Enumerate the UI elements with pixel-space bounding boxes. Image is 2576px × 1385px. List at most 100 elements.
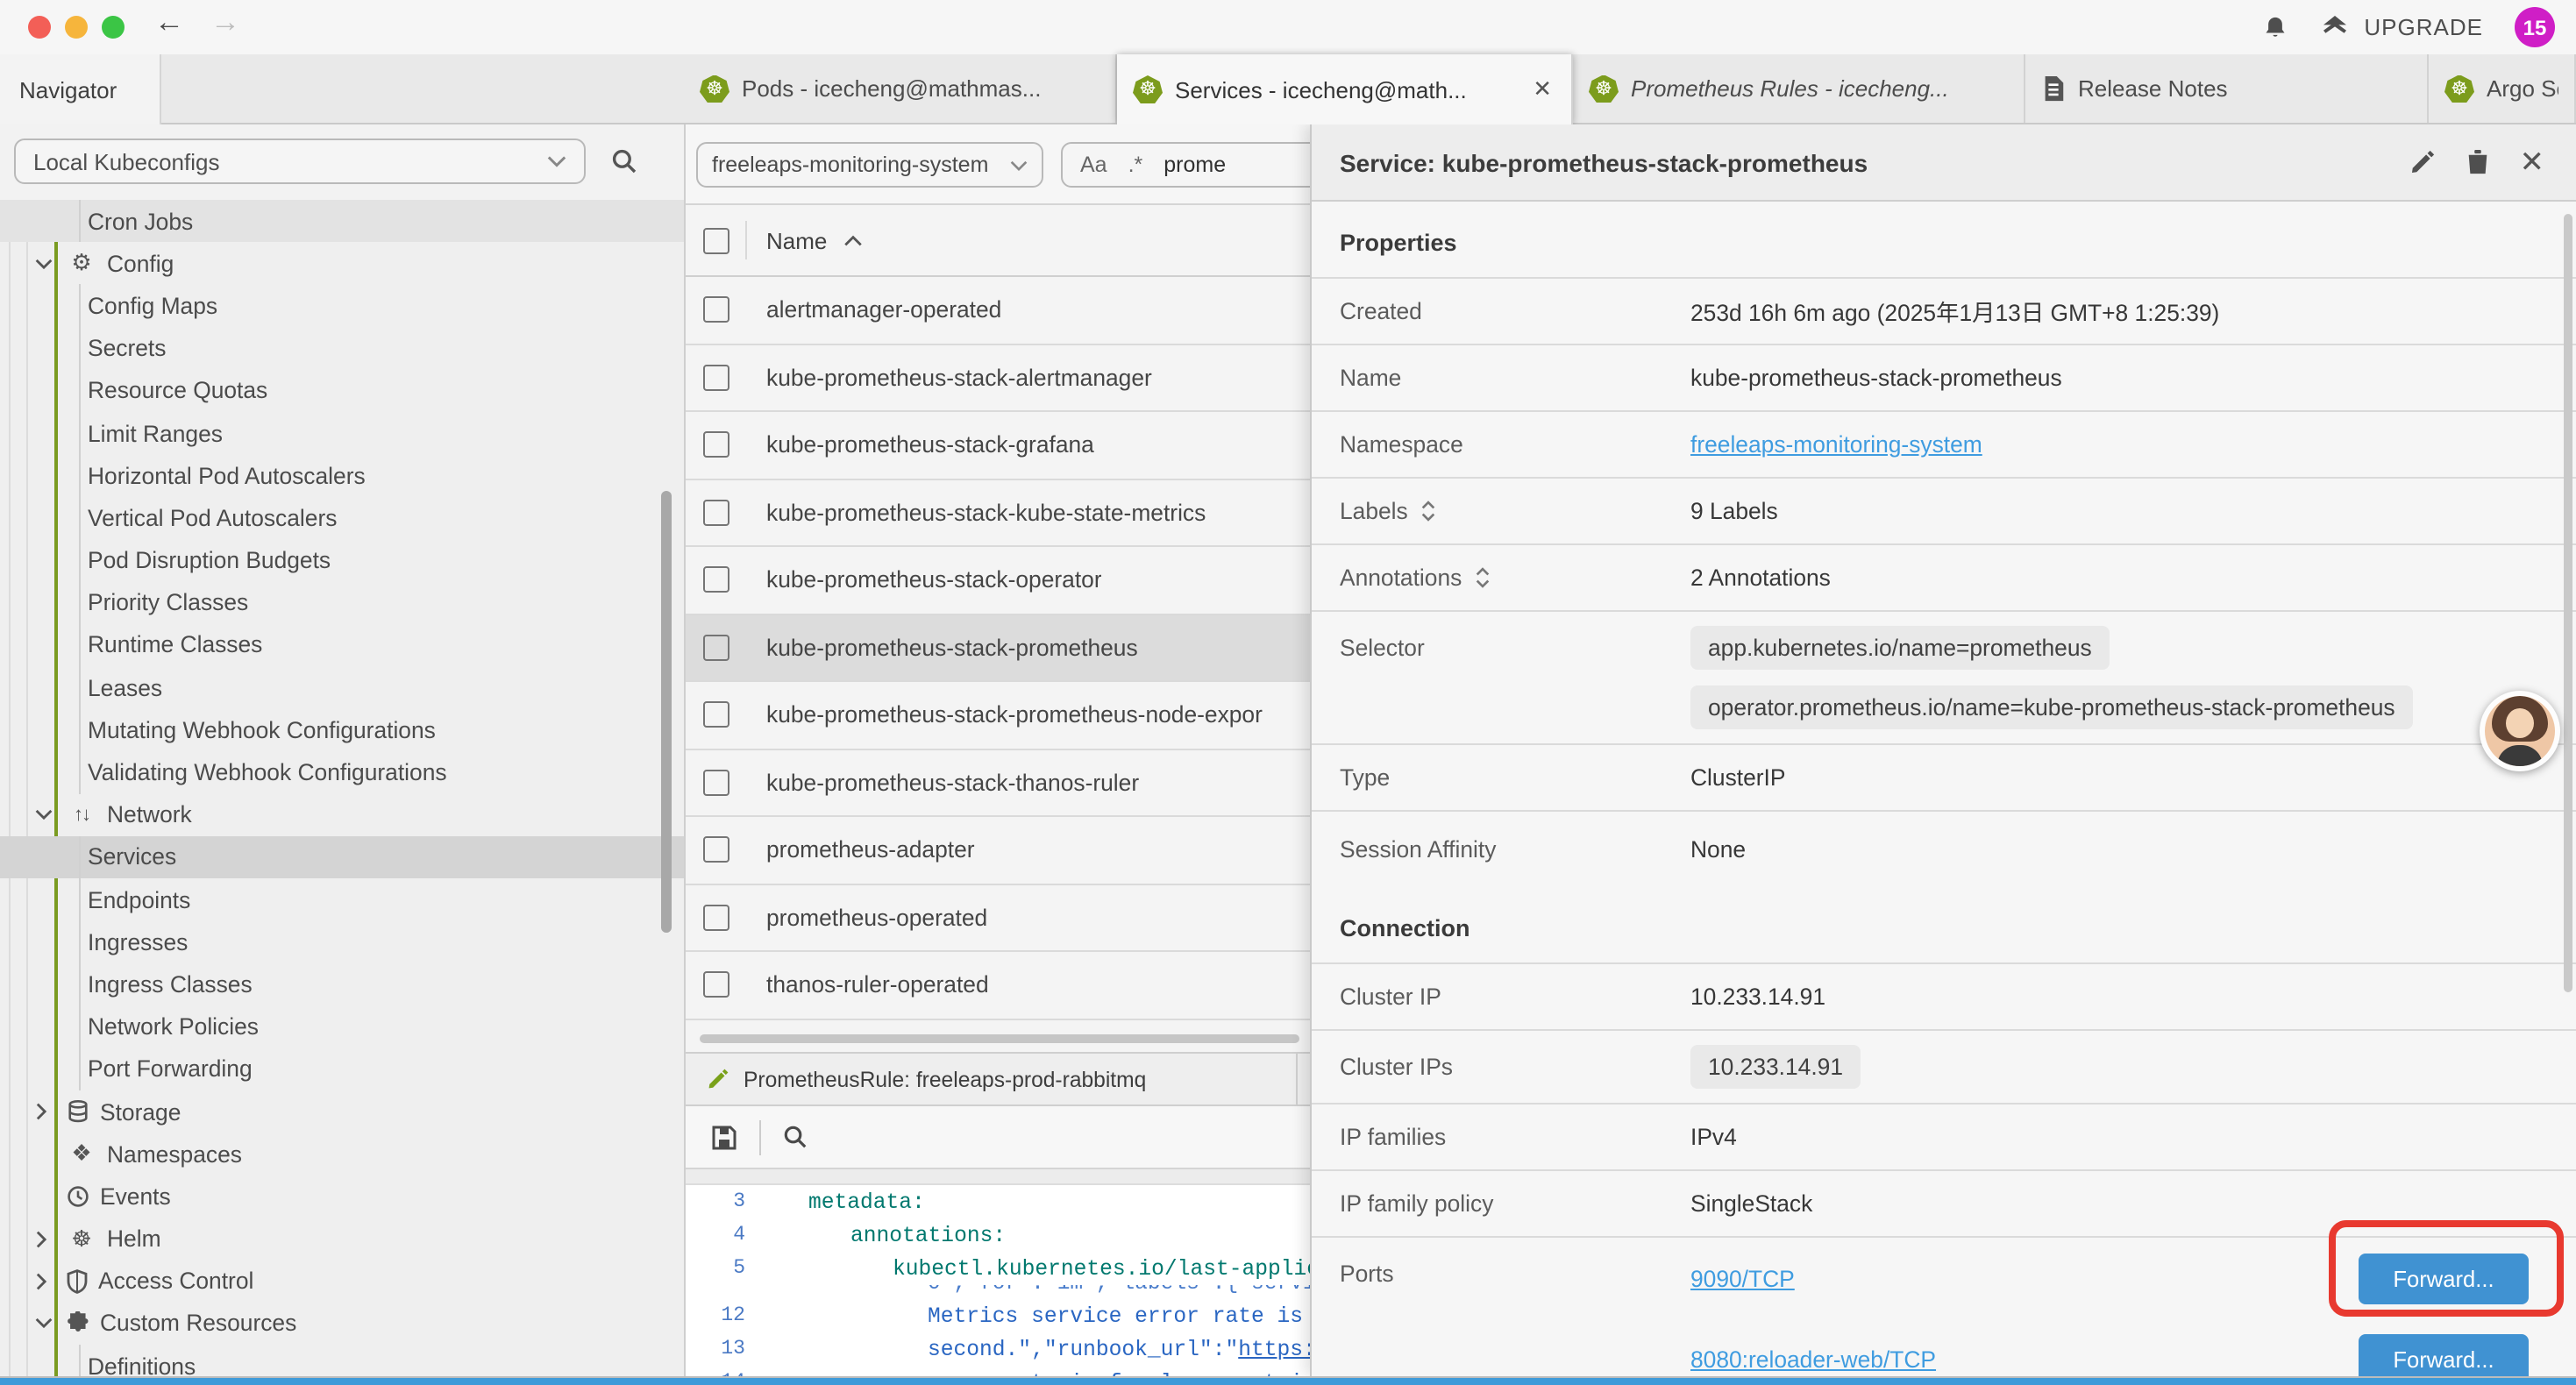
sidebar-item-helm[interactable]: ☸Helm — [0, 1218, 684, 1260]
back-arrow-icon[interactable]: ← — [154, 5, 184, 40]
sidebar-item-leases[interactable]: Leases — [0, 666, 684, 708]
editor-tab-strip — [686, 1169, 1310, 1185]
sidebar-item-mutating-webhook-configurations[interactable]: Mutating Webhook Configurations — [0, 709, 684, 751]
sidebar-item-network-policies[interactable]: Network Policies — [0, 1005, 684, 1048]
trash-icon[interactable] — [2466, 149, 2490, 175]
avatar[interactable] — [2480, 691, 2560, 771]
tab-navigator[interactable]: Navigator — [0, 54, 161, 124]
editor-search-icon[interactable] — [782, 1124, 808, 1150]
table-row-kube-prometheus-stack-kube-state-metrics[interactable]: kube-prometheus-stack-kube-state-metrics — [686, 479, 1310, 547]
row-checkbox[interactable] — [703, 365, 729, 391]
sidebar-item-resource-quotas[interactable]: Resource Quotas — [0, 370, 684, 412]
sidebar-item-config[interactable]: ⚙Config — [0, 242, 684, 284]
forward-button[interactable]: Forward... — [2359, 1253, 2529, 1303]
row-checkbox[interactable] — [703, 567, 729, 593]
sidebar-item-cron-jobs[interactable]: Cron Jobs — [0, 200, 684, 242]
sidebar-item-custom-resources[interactable]: Custom Resources — [0, 1303, 684, 1345]
port-link[interactable]: 9090/TCP — [1690, 1265, 1795, 1291]
sidebar-item-port-forwarding[interactable]: Port Forwarding — [0, 1048, 684, 1090]
detail-value: 10.233.14.91 — [1690, 984, 2548, 1010]
sidebar-search-icon[interactable] — [610, 147, 638, 175]
sidebar-item-storage[interactable]: Storage — [0, 1090, 684, 1133]
drawer-scrollbar[interactable] — [2564, 214, 2572, 992]
table-row-prometheus-operated[interactable]: prometheus-operated — [686, 884, 1310, 952]
expand-toggle-icon[interactable] — [1474, 566, 1490, 589]
sidebar-item-endpoints[interactable]: Endpoints — [0, 878, 684, 920]
bell-icon[interactable] — [2262, 13, 2288, 41]
detail-label: Name — [1340, 365, 1690, 391]
row-checkbox[interactable] — [703, 905, 729, 931]
table-row-alertmanager-operated[interactable]: alertmanager-operated — [686, 277, 1310, 344]
table-row-kube-prometheus-stack-prometheus-node-expor[interactable]: kube-prometheus-stack-prometheus-node-ex… — [686, 682, 1310, 749]
row-checkbox[interactable] — [703, 500, 729, 526]
row-checkbox[interactable] — [703, 635, 729, 661]
tab-argo-se[interactable]: ☸Argo Se — [2429, 54, 2576, 123]
sidebar-item-ingresses[interactable]: Ingresses — [0, 920, 684, 962]
horizontal-scrollbar[interactable] — [700, 1034, 1299, 1043]
tab-services-icecheng-math[interactable]: ☸Services - icecheng@math...✕ — [1117, 54, 1573, 124]
database-icon — [67, 1099, 89, 1124]
forward-arrow-icon[interactable]: → — [210, 5, 240, 40]
forward-button[interactable]: Forward... — [2359, 1333, 2529, 1376]
kubernetes-icon: ☸ — [2444, 75, 2474, 103]
detail-value: 253d 16h 6m ago (2025年1月13日 GMT+8 1:25:3… — [1690, 295, 2548, 328]
tab-prometheus-rules-icecheng[interactable]: ☸Prometheus Rules - icecheng... — [1573, 54, 2025, 123]
yaml-editor[interactable]: 3metadata:4annotations:5kubectl.kubernet… — [686, 1185, 1310, 1376]
sidebar-item-definitions[interactable]: Definitions — [0, 1345, 684, 1376]
row-checkbox[interactable] — [703, 702, 729, 728]
tab-pods-icecheng-mathmas[interactable]: ☸Pods - icecheng@mathmas... — [684, 54, 1117, 123]
table-row-kube-prometheus-stack-alertmanager[interactable]: kube-prometheus-stack-alertmanager — [686, 344, 1310, 412]
window-zoom-light[interactable] — [102, 16, 125, 39]
sidebar-item-secrets[interactable]: Secrets — [0, 327, 684, 369]
detail-value: app.kubernetes.io/name=prometheusoperato… — [1690, 612, 2548, 743]
window-minimize-light[interactable] — [65, 16, 88, 39]
edit-pencil-icon[interactable] — [2409, 149, 2436, 175]
table-row-kube-prometheus-stack-prometheus[interactable]: kube-prometheus-stack-prometheus — [686, 614, 1310, 682]
notification-count-badge[interactable]: 15 — [2515, 7, 2555, 47]
namespace-link[interactable]: freeleaps-monitoring-system — [1690, 431, 1982, 458]
sidebar-item-config-maps[interactable]: Config Maps — [0, 285, 684, 327]
table-row-kube-prometheus-stack-operator[interactable]: kube-prometheus-stack-operator — [686, 547, 1310, 614]
upgrade-button[interactable]: UPGRADE — [2320, 14, 2483, 40]
close-icon[interactable]: ✕ — [2520, 147, 2545, 177]
sidebar-item-limit-ranges[interactable]: Limit Ranges — [0, 412, 684, 454]
sidebar-item-label: Helm — [107, 1225, 161, 1252]
sidebar-item-namespaces[interactable]: ❖Namespaces — [0, 1133, 684, 1175]
sidebar-item-ingress-classes[interactable]: Ingress Classes — [0, 963, 684, 1005]
table-row-kube-prometheus-stack-grafana[interactable]: kube-prometheus-stack-grafana — [686, 412, 1310, 479]
sidebar-item-access-control[interactable]: Access Control — [0, 1260, 684, 1302]
sidebar-scrollbar[interactable] — [661, 491, 672, 933]
sidebar-item-pod-disruption-budgets[interactable]: Pod Disruption Budgets — [0, 539, 684, 581]
row-checkbox[interactable] — [703, 770, 729, 796]
port-link[interactable]: 8080:reloader-web/TCP — [1690, 1346, 1936, 1372]
sidebar-item-services[interactable]: Services — [0, 836, 684, 878]
row-checkbox[interactable] — [703, 972, 729, 998]
save-icon[interactable] — [710, 1123, 738, 1151]
window-close-light[interactable] — [28, 16, 51, 39]
expand-toggle-icon[interactable] — [1420, 500, 1436, 522]
table-row-kube-prometheus-stack-thanos-ruler[interactable]: kube-prometheus-stack-thanos-ruler — [686, 749, 1310, 817]
close-tab-icon[interactable]: ✕ — [1529, 75, 1555, 103]
tab-release-notes[interactable]: Release Notes — [2025, 54, 2429, 123]
dock-tab-prometheusrule[interactable]: PrometheusRule: freeleaps-prod-rabbitmq — [686, 1054, 1298, 1104]
row-checkbox[interactable] — [703, 432, 729, 458]
sidebar-item-validating-webhook-configurations[interactable]: Validating Webhook Configurations — [0, 751, 684, 793]
column-header-name[interactable]: Name — [766, 227, 862, 253]
row-checkbox[interactable] — [703, 297, 729, 323]
sidebar-item-events[interactable]: Events — [0, 1175, 684, 1218]
regex-toggle[interactable]: .* — [1128, 153, 1143, 177]
sidebar-item-network[interactable]: ↑↓Network — [0, 793, 684, 835]
table-row-prometheus-adapter[interactable]: prometheus-adapter — [686, 817, 1310, 884]
list-search-input[interactable]: Aa .* prome — [1061, 142, 1310, 188]
match-case-toggle[interactable]: Aa — [1080, 153, 1107, 177]
sidebar-item-horizontal-pod-autoscalers[interactable]: Horizontal Pod Autoscalers — [0, 454, 684, 496]
select-all-checkbox[interactable] — [703, 227, 729, 253]
kubeconfig-select[interactable]: Local Kubeconfigs — [14, 138, 586, 184]
table-row-thanos-ruler-operated[interactable]: thanos-ruler-operated — [686, 952, 1310, 1019]
dock-tab-partial[interactable] — [1298, 1054, 1310, 1104]
namespace-select[interactable]: freeleaps-monitoring-system — [696, 142, 1043, 188]
row-checkbox[interactable] — [703, 837, 729, 863]
sidebar-item-vertical-pod-autoscalers[interactable]: Vertical Pod Autoscalers — [0, 497, 684, 539]
sidebar-item-runtime-classes[interactable]: Runtime Classes — [0, 624, 684, 666]
sidebar-item-priority-classes[interactable]: Priority Classes — [0, 581, 684, 623]
